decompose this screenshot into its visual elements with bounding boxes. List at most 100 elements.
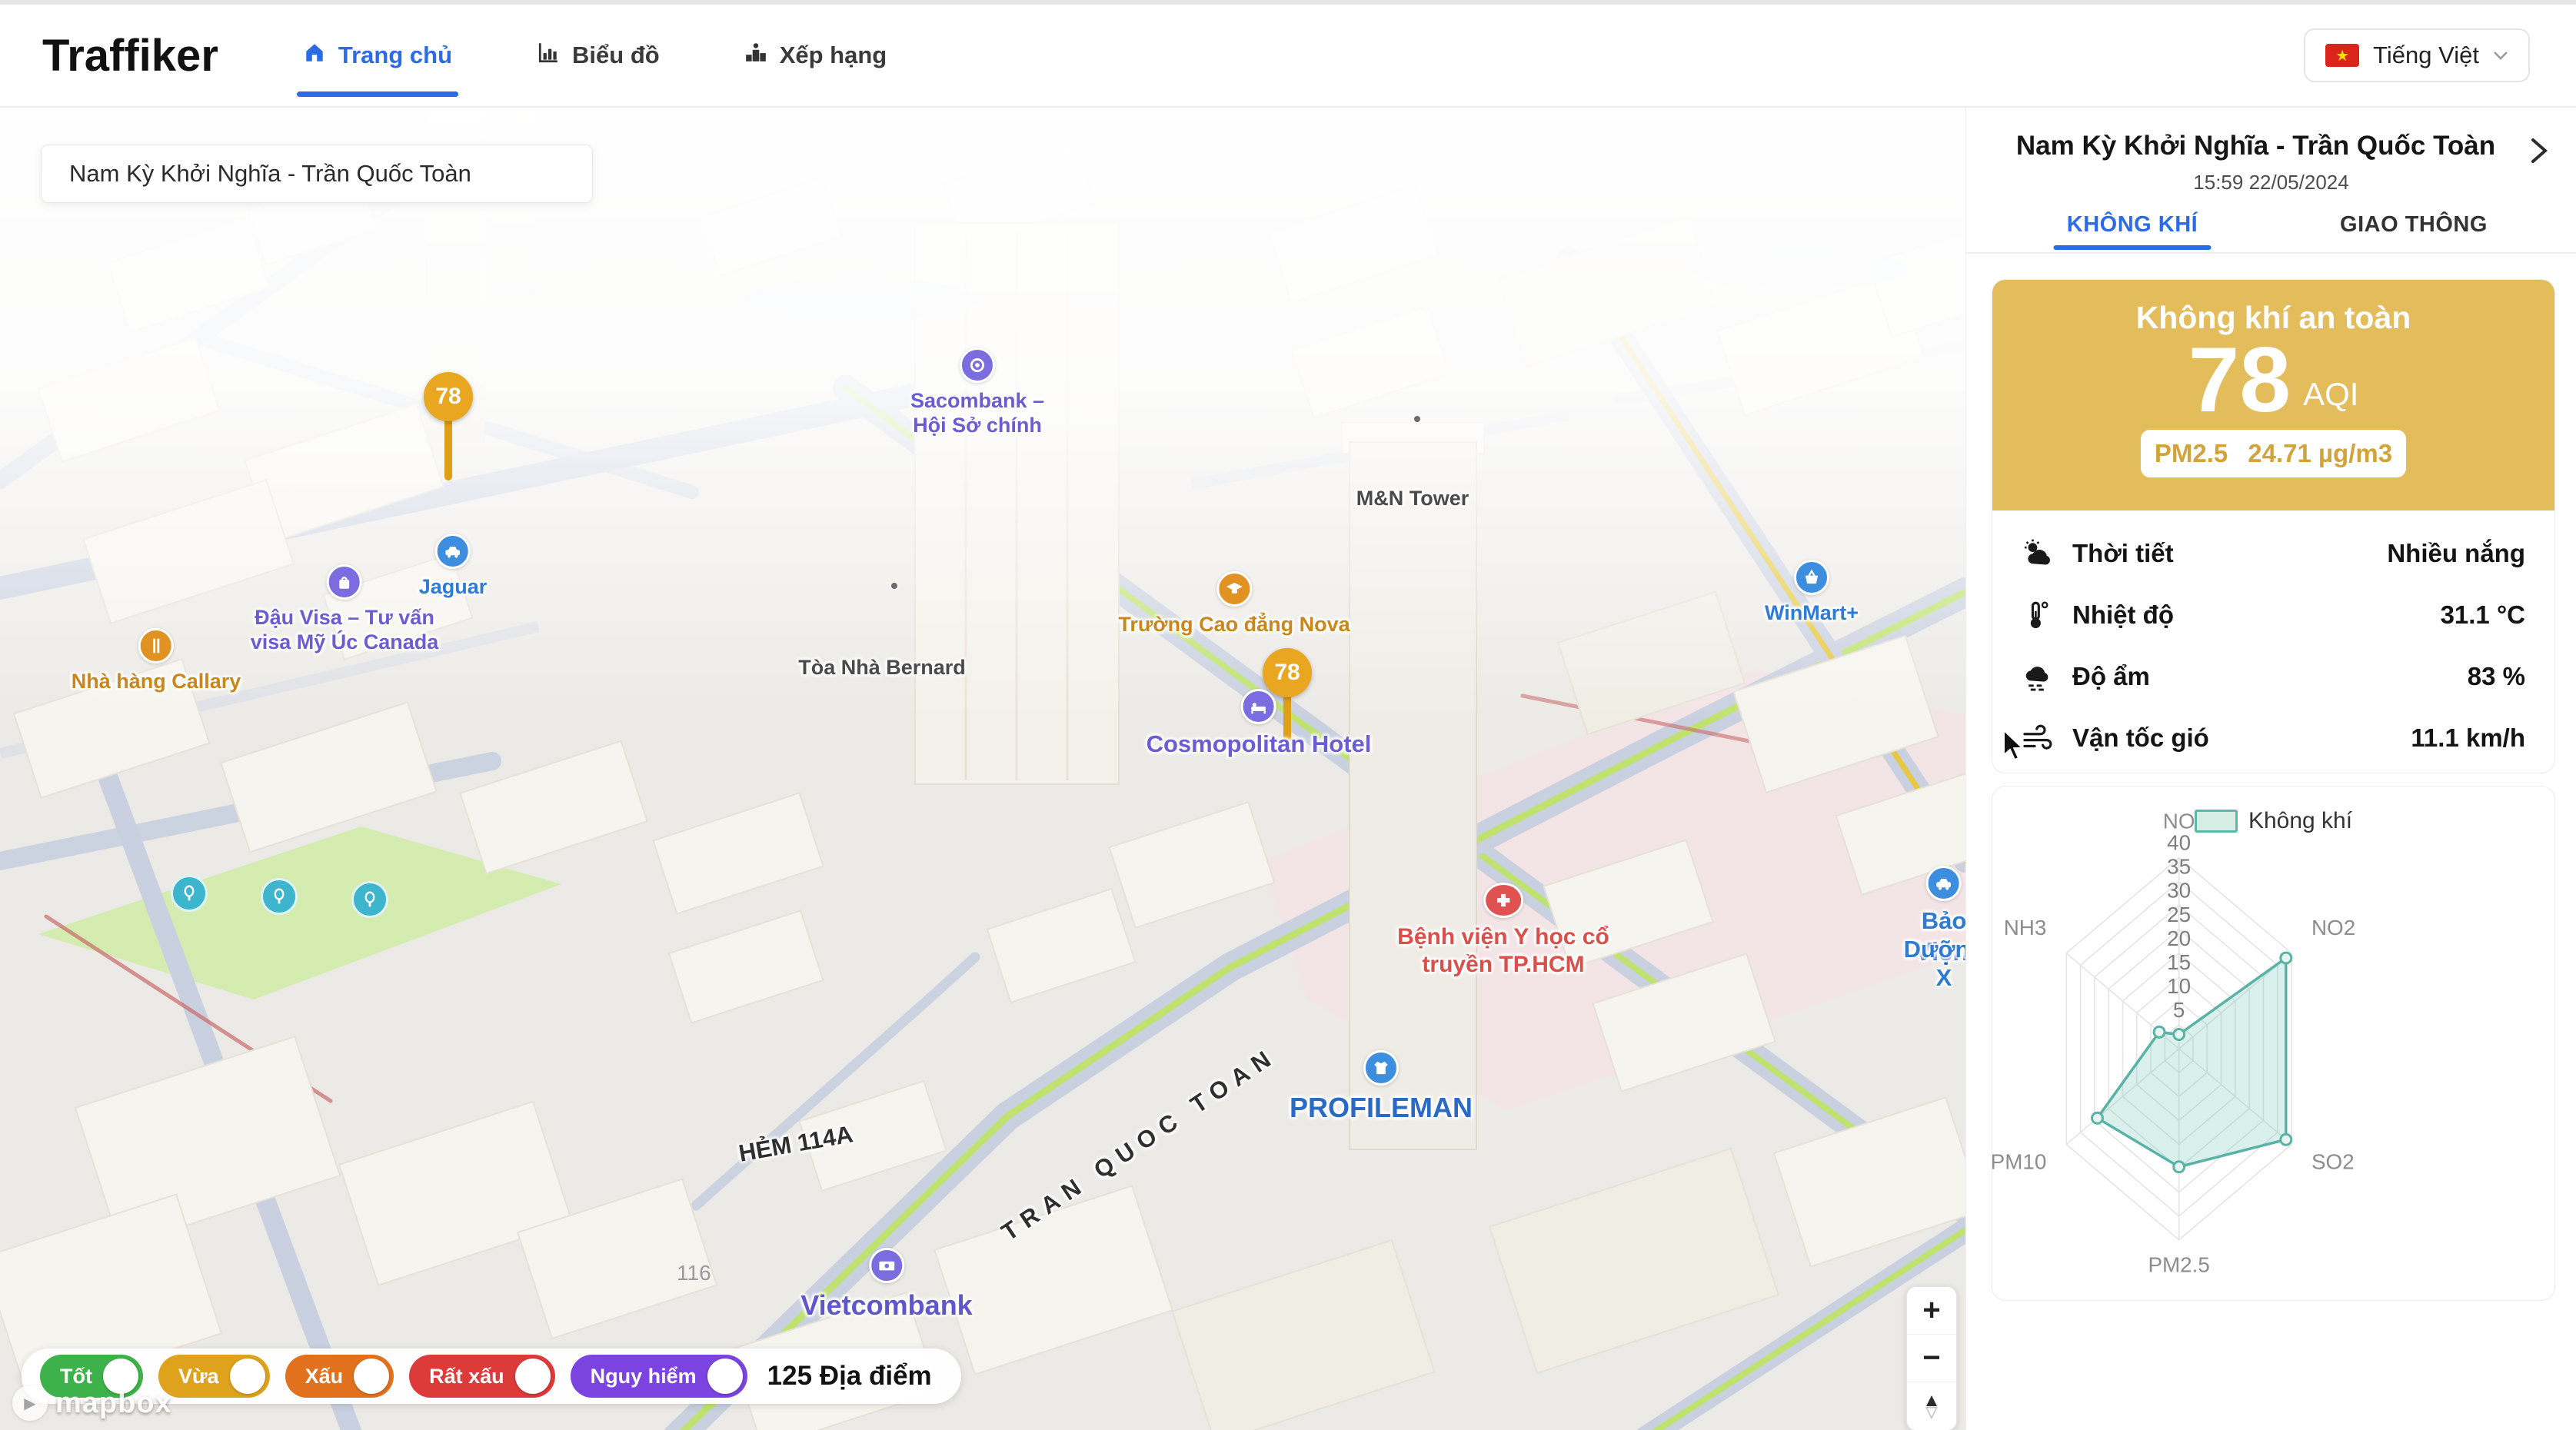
poi-mn-tower: M&N Tower [1356, 486, 1469, 510]
bar-chart-icon [537, 41, 560, 70]
pm25-pill: PM2.5 24.71 µg/m3 [2141, 430, 2406, 477]
poi-nova: Trường Cao đẳng Nova [1118, 571, 1350, 637]
car-icon [435, 534, 471, 569]
toggle-very-bad[interactable]: Rất xấu [409, 1355, 555, 1398]
restaurant-icon [138, 628, 174, 663]
main-nav: Trang chủ Biểu đồ Xếp hạng [303, 5, 887, 106]
car-icon [1926, 866, 1962, 901]
sidebar-tabs: KHÔNG KHÍ GIAO THÔNG [1992, 201, 2554, 254]
language-selector[interactable]: ★ Tiếng Việt [2304, 28, 2530, 82]
collapse-chevron-icon[interactable] [2527, 135, 2550, 166]
medical-cross-icon [1483, 883, 1523, 918]
temperature-row: Nhiệt độ 31.1 °C [2022, 584, 2525, 646]
weather-value: 31.1 °C [2441, 600, 2525, 630]
map-zoom-control: + − ▲▽ [1905, 1285, 1958, 1430]
svg-text:SO2: SO2 [2311, 1149, 2355, 1173]
sun-cloud-icon [2022, 537, 2062, 570]
map-canvas[interactable] [0, 108, 1965, 1430]
weather-value: 83 % [2468, 662, 2525, 691]
money-icon [869, 1248, 904, 1283]
svg-text:15: 15 [2167, 950, 2191, 974]
shirt-icon [1363, 1050, 1399, 1086]
toggle-knob [230, 1358, 265, 1394]
graduation-cap-icon [1216, 571, 1252, 607]
weather-row: Thời tiết Nhiều nắng [2022, 523, 2525, 584]
poi-profileman: PROFILEMAN [1290, 1050, 1473, 1124]
vietnam-flag-icon: ★ [2325, 44, 2359, 67]
street-number-116: 116 [677, 1261, 711, 1285]
svg-text:NH3: NH3 [2004, 916, 2047, 939]
mapbox-watermark: ▶ mapbox [12, 1385, 172, 1421]
svg-text:PM10: PM10 [1992, 1149, 2046, 1173]
legend-swatch [2195, 810, 2238, 833]
humidity-icon [2022, 660, 2062, 693]
aqi-marker[interactable]: 78 [424, 372, 473, 421]
poi-cosmopolitan: Cosmopolitan Hotel [1147, 689, 1372, 758]
nav-home[interactable]: Trang chủ [303, 5, 452, 106]
basket-icon [1794, 560, 1829, 595]
aqi-pin-stem [444, 414, 452, 481]
svg-text:5: 5 [2173, 998, 2185, 1022]
poi-sacombank: Sacombank –Hội Sở chính [910, 348, 1044, 438]
weather-rows: Thời tiết Nhiều nắng Nhiệt độ 31.1 °C Độ… [1992, 510, 2554, 769]
tab-traffic[interactable]: GIAO THÔNG [2273, 201, 2554, 254]
toggle-hazardous[interactable]: Nguy hiểm [571, 1355, 747, 1398]
mouse-cursor [2002, 729, 2029, 767]
thermometer-icon [2022, 599, 2062, 631]
mapbox-logo-icon: ▶ [12, 1385, 48, 1421]
radar-chart: 510152025303540NONO2SO2PM2.5PM10NH3 [1992, 786, 2554, 1299]
search-input[interactable] [41, 145, 593, 203]
toggle-bad[interactable]: Xấu [285, 1355, 394, 1398]
tennis-racket-icon [268, 886, 290, 907]
poi-hospital: Bệnh viện Y học cổtruyền TP.HCM [1397, 883, 1609, 979]
nav-charts[interactable]: Biểu đồ [537, 5, 660, 106]
aqi-marker[interactable]: 78 [1263, 648, 1312, 697]
tennis-racket-icon [359, 889, 381, 910]
aqi-value: 78 [2188, 331, 2291, 428]
shopping-bag-icon [327, 564, 362, 600]
nav-ranking[interactable]: Xếp hạng [744, 5, 887, 106]
divider [1966, 252, 2576, 254]
poi-dau-visa: Đậu Visa – Tư vấnvisa Mỹ Úc Canada [251, 564, 439, 655]
pollutant-radar-card: Không khí 510152025303540NONO2SO2PM2.5PM… [1992, 786, 2555, 1301]
hotel-bed-icon [1241, 689, 1276, 724]
poi-winmart: WinMart+ [1765, 560, 1859, 625]
zoom-in-button[interactable]: + [1907, 1287, 1956, 1335]
tennis-marker[interactable] [261, 878, 298, 915]
tennis-marker[interactable] [351, 881, 388, 918]
aqi-summary: Không khí an toàn 78 AQI PM2.5 24.71 µg/… [1992, 280, 2554, 510]
detail-sidebar: Nam Kỳ Khởi Nghĩa - Trần Quốc Toàn 15:59… [1965, 108, 2576, 1430]
svg-text:30: 30 [2167, 879, 2191, 903]
svg-text:20: 20 [2167, 926, 2191, 950]
toggle-knob [515, 1358, 551, 1394]
poi-dot [891, 583, 897, 589]
toggle-moderate[interactable]: Vừa [158, 1355, 270, 1398]
svg-text:35: 35 [2167, 855, 2191, 879]
location-title: Nam Kỳ Khởi Nghĩa - Trần Quốc Toàn [1997, 131, 2514, 161]
home-icon [303, 41, 326, 70]
wind-row: Vận tốc gió 11.1 km/h [2022, 707, 2525, 769]
svg-text:25: 25 [2167, 903, 2191, 926]
toggle-knob [707, 1358, 743, 1394]
tennis-marker[interactable] [171, 875, 208, 912]
pitch-control-button[interactable]: ▲▽ [1907, 1382, 1956, 1430]
air-quality-card: Không khí an toàn 78 AQI PM2.5 24.71 µg/… [1992, 279, 2555, 773]
map-area[interactable]: 78 78 Sacombank –Hội Sở chính M&N Tower … [0, 108, 1965, 1430]
chart-legend[interactable]: Không khí [1992, 808, 2554, 834]
svg-text:10: 10 [2167, 974, 2191, 998]
poi-callary: Nhà hàng Callary [72, 628, 241, 693]
zoom-out-button[interactable]: − [1907, 1335, 1956, 1382]
bank-icon [960, 348, 995, 383]
app-logo[interactable]: Traffiker [42, 30, 218, 81]
poi-vietcombank: Vietcombank [800, 1248, 972, 1322]
header: Traffiker Trang chủ Biểu đồ Xếp hạng ★ T… [0, 5, 2576, 108]
tab-air-quality[interactable]: KHÔNG KHÍ [1992, 201, 2273, 254]
toggle-knob [354, 1358, 389, 1394]
humidity-row: Độ ẩm 83 % [2022, 646, 2525, 707]
poi-bernard: Tòa Nhà Bernard [798, 655, 966, 680]
poi-bao-duong-x: Bảo Dưỡng X [1904, 866, 1965, 993]
ranking-icon [744, 41, 767, 70]
svg-text:NO2: NO2 [2311, 916, 2355, 939]
svg-text:40: 40 [2167, 831, 2191, 855]
tennis-racket-icon [178, 883, 200, 904]
